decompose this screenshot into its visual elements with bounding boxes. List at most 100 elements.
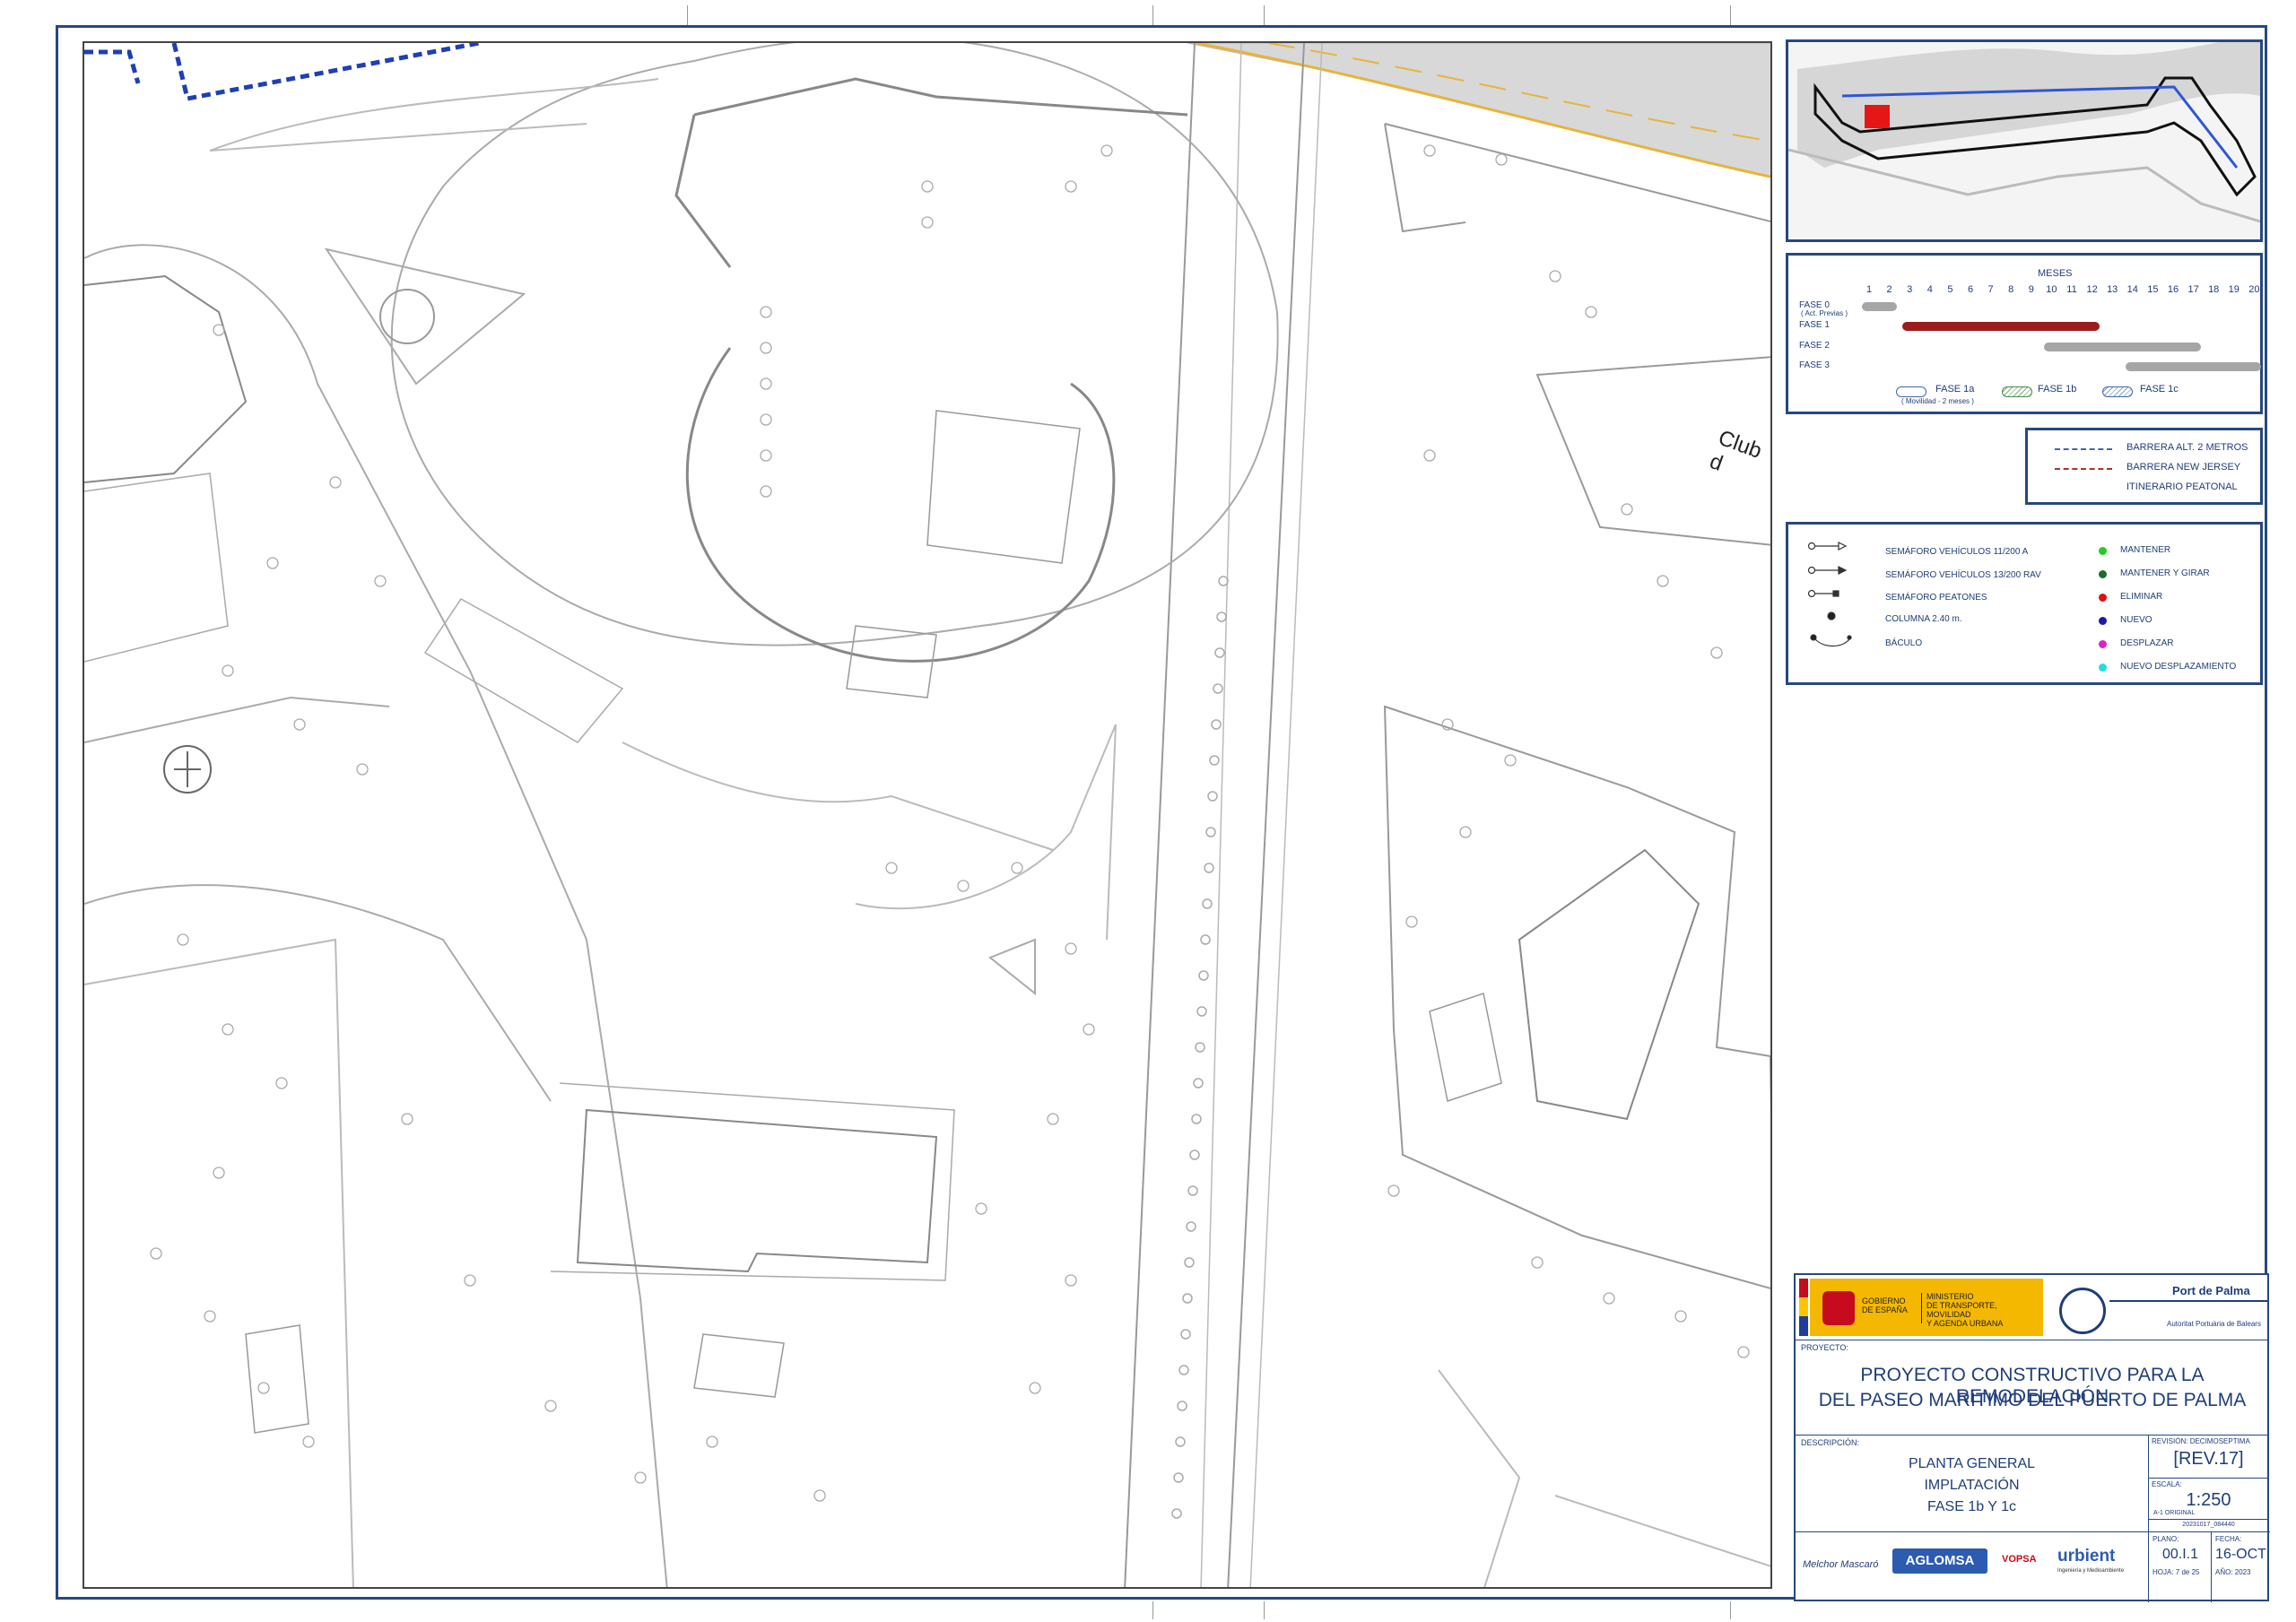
fase-1b-label: FASE 1b bbox=[2038, 384, 2077, 395]
semaforo-peatones-icon bbox=[1807, 589, 1816, 598]
month-label: 1 bbox=[1866, 284, 1873, 295]
escala-section: ESCALA: 1:250 A-1 ORIGINAL bbox=[2148, 1478, 2269, 1520]
symbol-label-2: SEMÁFORO VEHÍCULOS 13/200 RAV bbox=[1885, 570, 2041, 580]
month-label: 9 bbox=[2028, 284, 2034, 295]
month-label: 13 bbox=[2107, 284, 2118, 295]
grid-tick bbox=[1730, 1601, 1731, 1619]
fase-1c-swatch bbox=[2102, 386, 2133, 397]
company-vopsa: VOPSA bbox=[2002, 1554, 2037, 1565]
month-label: 17 bbox=[2187, 284, 2199, 295]
symbol-label-3: SEMÁFORO PEATONES bbox=[1885, 593, 1987, 603]
port-title: Port de Palma bbox=[2172, 1284, 2250, 1297]
barrier-alt-label: BARRERA ALT. 2 METROS bbox=[2126, 442, 2248, 453]
month-label: 4 bbox=[1926, 284, 1933, 295]
status-dot bbox=[2099, 570, 2107, 578]
grid-tick bbox=[1152, 1601, 1153, 1619]
phase-label: FASE 2 bbox=[1799, 341, 1830, 351]
fecha-section: FECHA: 16-OCT AÑO: 2023 bbox=[2211, 1531, 2270, 1602]
desc-line3: FASE 1b Y 1c bbox=[1926, 1499, 2017, 1514]
anio-text: AÑO: 2023 bbox=[2215, 1568, 2251, 1576]
baculo-icon bbox=[1810, 634, 1852, 647]
status-dot bbox=[2099, 617, 2107, 625]
month-label: 3 bbox=[1907, 284, 1913, 295]
fase-1b-swatch bbox=[2002, 386, 2032, 397]
proyecto-section: PROYECTO: PROYECTO CONSTRUCTIVO PARA LA … bbox=[1796, 1340, 2269, 1436]
fase-1a-swatch bbox=[1896, 386, 1926, 397]
tree-symbols bbox=[150, 144, 1750, 1502]
plano-label: PLANO: bbox=[2152, 1535, 2179, 1543]
grid-tick bbox=[1730, 5, 1731, 25]
plan-svg bbox=[84, 43, 1770, 1587]
company-mascaro: Melchor Mascaró bbox=[1803, 1559, 1879, 1570]
month-label: 5 bbox=[1947, 284, 1953, 295]
month-label: 8 bbox=[2008, 284, 2014, 295]
month-label: 7 bbox=[1987, 284, 1994, 295]
status-label: MANTENER bbox=[2120, 545, 2171, 555]
fase-1a-sub: ( Movilidad - 2 meses ) bbox=[1901, 397, 1974, 405]
phase-bar bbox=[2044, 343, 2201, 351]
revision-section: REVISIÓN: DECIMOSEPTIMA [REV.17] bbox=[2148, 1435, 2269, 1479]
columna-icon bbox=[1827, 612, 1836, 620]
symbol-icons bbox=[1807, 542, 1852, 647]
plano-value: 00.I.1 bbox=[2161, 1547, 2199, 1562]
descripcion-section: DESCRIPCIÓN: PLANTA GENERAL IMPLATACIÓN … bbox=[1796, 1435, 2149, 1532]
desc-line1: PLANTA GENERAL bbox=[1908, 1456, 2036, 1471]
status-label: NUEVO bbox=[2120, 615, 2152, 625]
symbol-label-4: COLUMNA 2.40 m. bbox=[1885, 614, 1962, 624]
status-dot bbox=[2099, 664, 2107, 672]
symbol-label-5: BÁCULO bbox=[1885, 638, 1923, 648]
grid-tick bbox=[1152, 5, 1153, 25]
month-label: 18 bbox=[2208, 284, 2220, 295]
semaforo-vehiculos-rav-icon bbox=[1807, 566, 1816, 575]
company-urbient-sub: Ingeniería y Medioambiente bbox=[2057, 1568, 2125, 1574]
month-label: 15 bbox=[2147, 284, 2159, 295]
phase-bar bbox=[1862, 302, 1897, 311]
eu-strip bbox=[1799, 1279, 1808, 1336]
fase-1c-label: FASE 1c bbox=[2140, 384, 2179, 395]
grid-tick bbox=[1264, 1601, 1265, 1619]
plan-drawing[interactable]: Club d bbox=[83, 41, 1772, 1589]
status-dot bbox=[2099, 547, 2107, 555]
month-label: 6 bbox=[1967, 284, 1974, 295]
logos-row: GOBIERNO DE ESPAÑA MINISTERIO DE TRANSPO… bbox=[1796, 1275, 2269, 1340]
proyecto-label: PROYECTO: bbox=[1801, 1343, 1848, 1352]
descripcion-label: DESCRIPCIÓN: bbox=[1801, 1438, 1860, 1447]
phase-sublabel: ( Act. Previas ) bbox=[1801, 309, 1848, 317]
fecha-value: 16-OCT bbox=[2215, 1547, 2266, 1562]
phase-bar bbox=[1902, 322, 2100, 331]
symbol-label-1: SEMÁFORO VEHÍCULOS 11/200 A bbox=[1885, 547, 2029, 557]
status-label: ELIMINAR bbox=[2120, 592, 2163, 602]
road-markers bbox=[1171, 576, 1229, 1519]
revision-value: [REV.17] bbox=[2173, 1449, 2244, 1469]
phase-label: FASE 1 bbox=[1799, 320, 1830, 330]
barrier-nj-swatch bbox=[2055, 468, 2112, 470]
escala-value: 1:250 bbox=[2186, 1490, 2231, 1510]
status-dot bbox=[2099, 640, 2107, 648]
revision-word: DECIMOSEPTIMA bbox=[2189, 1437, 2250, 1445]
month-label: 14 bbox=[2126, 284, 2138, 295]
month-label: 2 bbox=[1886, 284, 1892, 295]
month-label: 11 bbox=[2066, 284, 2077, 295]
coat-of-arms-icon bbox=[1822, 1291, 1855, 1325]
company-aglomsa: AGLOMSA bbox=[1892, 1548, 1987, 1574]
key-map-svg bbox=[1788, 42, 2260, 239]
title-block: GOBIERNO DE ESPAÑA MINISTERIO DE TRANSPO… bbox=[1794, 1273, 2270, 1602]
status-label: DESPLAZAR bbox=[2120, 638, 2174, 648]
current-sheet-marker bbox=[1865, 105, 1890, 128]
phase-bar bbox=[2125, 362, 2262, 371]
port-sub: Autoritat Portuària de Balears bbox=[2167, 1320, 2261, 1328]
month-label: 19 bbox=[2228, 284, 2239, 295]
escala-note: A-1 ORIGINAL bbox=[2153, 1510, 2196, 1516]
desc-line2: IMPLATACIÓN bbox=[1924, 1478, 2020, 1493]
month-label: 20 bbox=[2248, 284, 2260, 295]
port-line bbox=[2109, 1300, 2267, 1302]
barrier-nj-label: BARRERA NEW JERSEY bbox=[2126, 462, 2241, 473]
status-dot bbox=[2099, 594, 2107, 602]
gobierno-text: GOBIERNO DE ESPAÑA bbox=[1862, 1297, 1908, 1314]
north-arrow-icon bbox=[163, 745, 212, 794]
grid-tick bbox=[1264, 5, 1265, 25]
proyecto-line2: DEL PASEO MARÍTIMO DEL PUERTO DE PALMA bbox=[1818, 1390, 2247, 1410]
barrier-alt-swatch bbox=[2055, 448, 2112, 450]
plano-section: PLANO: 00.I.1 HOJA: 7 de 25 bbox=[2148, 1531, 2212, 1602]
key-map[interactable] bbox=[1786, 39, 2263, 242]
